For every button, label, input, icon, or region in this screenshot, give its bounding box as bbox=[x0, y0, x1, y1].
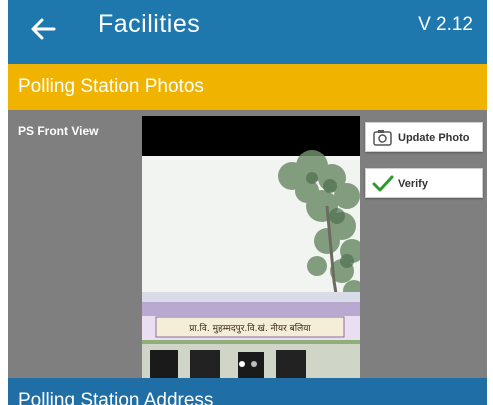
section-title: Polling Station Photos bbox=[18, 76, 204, 97]
verify-label: Verify bbox=[398, 178, 428, 190]
ps-front-view-label: PS Front View bbox=[18, 124, 99, 138]
school-sign-text: प्रा.वि. मुहम्मदपुर.वि.खं. नीयर बलिया bbox=[189, 322, 311, 334]
address-section-title: Polling Station Address bbox=[18, 390, 214, 405]
app-bar: Facilities V 2.12 bbox=[8, 0, 487, 64]
screen: Facilities V 2.12 Polling Station Photos… bbox=[8, 0, 487, 405]
camera-icon bbox=[372, 128, 394, 148]
verify-button[interactable]: Verify bbox=[365, 168, 483, 198]
photo-card: PS Front View प्रा.वि. मुहम्मदपुर.वि.खं.… bbox=[8, 110, 487, 380]
update-photo-button[interactable]: Update Photo bbox=[365, 122, 483, 152]
page-title: Facilities bbox=[98, 10, 201, 38]
section-header-polling-station-photos: Polling Station Photos bbox=[8, 64, 487, 110]
section-header-polling-station-address[interactable]: Polling Station Address bbox=[8, 378, 487, 405]
polling-station-photo[interactable]: प्रा.वि. मुहम्मदपुर.वि.खं. नीयर बलिया bbox=[142, 116, 360, 380]
checkmark-icon bbox=[372, 174, 394, 194]
back-arrow-icon[interactable] bbox=[30, 14, 58, 44]
version-label: V 2.12 bbox=[418, 14, 473, 35]
update-photo-label: Update Photo bbox=[398, 132, 470, 144]
